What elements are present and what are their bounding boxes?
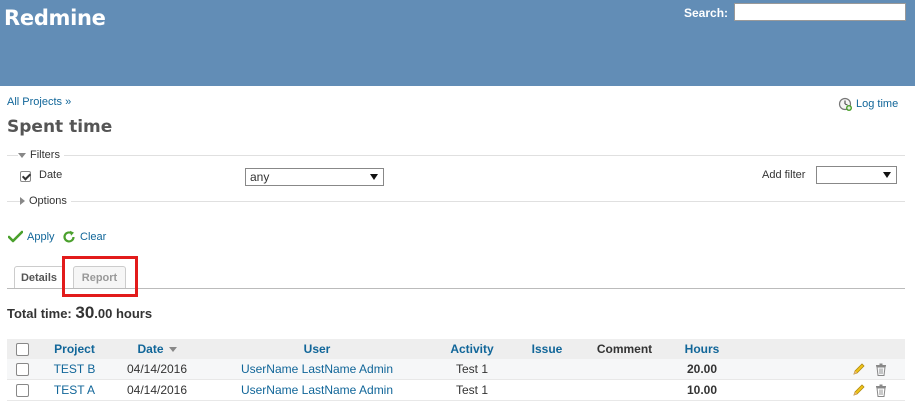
column-header-comment: Comment bbox=[582, 339, 667, 359]
log-time-label: Log time bbox=[856, 98, 899, 110]
tabs-underline bbox=[7, 288, 905, 289]
date-cell: 04/14/2016 bbox=[112, 359, 202, 380]
expand-arrow-icon bbox=[20, 197, 25, 205]
clock-add-icon bbox=[838, 97, 852, 111]
options-legend: Options bbox=[29, 195, 67, 207]
hours-cell: 20.00 bbox=[667, 359, 737, 380]
select-all-checkbox[interactable] bbox=[15, 343, 29, 357]
dropdown-caret-icon bbox=[370, 174, 378, 180]
column-header-activity[interactable]: Activity bbox=[432, 339, 512, 359]
column-header-user[interactable]: User bbox=[202, 339, 432, 359]
sort-desc-icon bbox=[168, 347, 177, 353]
total-time-value: 30 bbox=[75, 303, 95, 322]
app-title[interactable]: Redmine bbox=[4, 6, 106, 30]
options-divider bbox=[7, 201, 905, 202]
page-title: Spent time bbox=[7, 117, 113, 137]
row-actions bbox=[737, 359, 905, 380]
table-row[interactable]: TEST A 04/14/2016 UserName LastName Admi… bbox=[7, 379, 905, 401]
collapse-arrow-icon bbox=[18, 152, 26, 158]
date-header-label: Date bbox=[137, 342, 164, 356]
delete-trash-icon[interactable] bbox=[875, 384, 887, 397]
total-time: Total time: 30.00 hours bbox=[7, 303, 152, 323]
user-cell[interactable]: UserName LastName Admin bbox=[202, 359, 432, 380]
clear-button[interactable]: Clear bbox=[62, 230, 106, 244]
column-header-issue[interactable]: Issue bbox=[512, 339, 582, 359]
date-filter-checkbox[interactable] bbox=[20, 171, 31, 182]
table-header-row: Project Date User Activity Issue Comment… bbox=[7, 339, 905, 359]
select-all-cell bbox=[7, 339, 37, 359]
reload-icon bbox=[63, 230, 75, 243]
column-header-hours[interactable]: Hours bbox=[667, 339, 737, 359]
filters-divider bbox=[7, 155, 905, 156]
filters-legend: Filters bbox=[30, 149, 60, 161]
comment-cell bbox=[582, 359, 667, 380]
breadcrumb[interactable]: All Projects » bbox=[7, 96, 71, 108]
highlight-annotation bbox=[62, 256, 138, 297]
date-operator-value: any bbox=[250, 170, 270, 184]
add-filter-select[interactable] bbox=[816, 166, 897, 184]
activity-cell: Test 1 bbox=[432, 379, 512, 401]
date-filter-label: Date bbox=[39, 169, 63, 181]
total-time-unit: hours bbox=[112, 306, 153, 321]
tab-details[interactable]: Details bbox=[14, 266, 64, 289]
column-header-date[interactable]: Date bbox=[112, 339, 202, 359]
issue-cell bbox=[512, 359, 582, 380]
date-operator-select[interactable]: any bbox=[245, 168, 384, 186]
issue-cell bbox=[512, 379, 582, 401]
row-select-cell bbox=[7, 359, 37, 380]
time-entries-table: Project Date User Activity Issue Comment… bbox=[7, 339, 905, 401]
activity-cell: Test 1 bbox=[432, 359, 512, 380]
checkmark-icon bbox=[8, 230, 23, 243]
search-label: Search: bbox=[684, 6, 729, 20]
date-cell: 04/14/2016 bbox=[112, 379, 202, 401]
user-cell[interactable]: UserName LastName Admin bbox=[202, 379, 432, 401]
search-input[interactable] bbox=[734, 3, 906, 21]
row-select-cell bbox=[7, 379, 37, 401]
dropdown-caret-icon bbox=[883, 172, 891, 178]
delete-trash-icon[interactable] bbox=[875, 363, 887, 376]
edit-pencil-icon[interactable] bbox=[852, 383, 866, 397]
filters-toggle[interactable]: Filters bbox=[18, 149, 64, 161]
top-header: Redmine Search: bbox=[0, 0, 915, 86]
row-checkbox[interactable] bbox=[15, 363, 29, 377]
apply-label: Apply bbox=[27, 230, 55, 243]
apply-button[interactable]: Apply bbox=[8, 230, 55, 243]
comment-cell bbox=[582, 379, 667, 401]
add-filter-label: Add filter bbox=[762, 169, 806, 181]
row-checkbox[interactable] bbox=[15, 384, 29, 398]
clear-label: Clear bbox=[80, 231, 107, 243]
edit-pencil-icon[interactable] bbox=[852, 362, 866, 376]
options-toggle[interactable]: Options bbox=[20, 195, 71, 207]
column-header-project[interactable]: Project bbox=[37, 339, 112, 359]
hours-cell: 10.00 bbox=[667, 379, 737, 401]
row-actions bbox=[737, 379, 905, 401]
log-time-link[interactable]: Log time bbox=[838, 97, 898, 111]
project-cell[interactable]: TEST A bbox=[37, 379, 112, 401]
project-cell[interactable]: TEST B bbox=[37, 359, 112, 380]
column-header-actions bbox=[737, 339, 905, 359]
table-row[interactable]: TEST B 04/14/2016 UserName LastName Admi… bbox=[7, 359, 905, 380]
total-time-prefix: Total time: bbox=[7, 306, 76, 321]
total-time-decimals: .00 bbox=[94, 306, 113, 321]
